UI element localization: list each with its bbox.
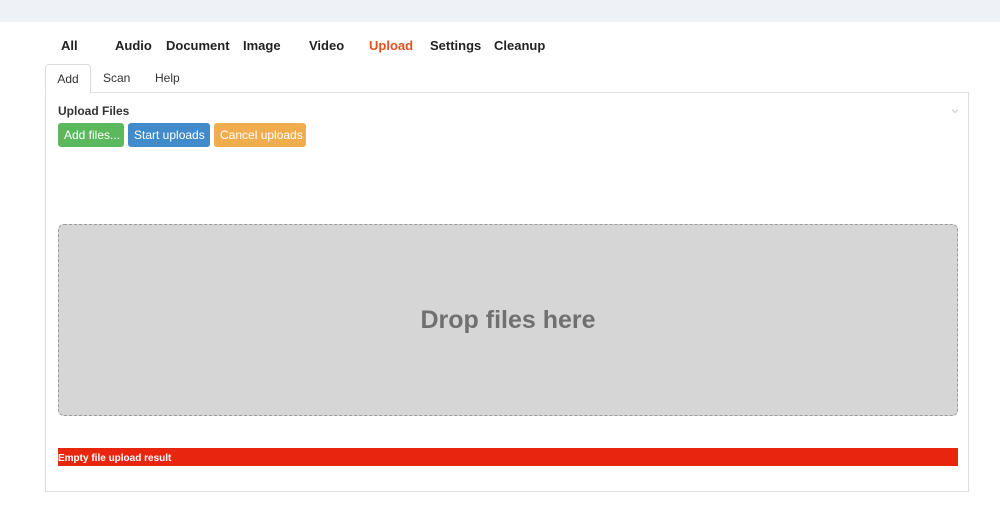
nav-item-cleanup[interactable]: Cleanup — [494, 38, 545, 53]
nav-item-upload[interactable]: Upload — [369, 38, 413, 53]
nav-item-image[interactable]: Image — [243, 38, 281, 53]
nav-item-video[interactable]: Video — [309, 38, 344, 53]
tab-add[interactable]: Add — [45, 64, 91, 94]
browser-top-strip — [0, 0, 1000, 22]
nav-item-document[interactable]: Document — [166, 38, 230, 53]
nav-item-settings[interactable]: Settings — [430, 38, 481, 53]
upload-result-alert: Empty file upload result — [58, 448, 958, 466]
chevron-down-icon[interactable] — [950, 103, 960, 114]
dropzone-label: Drop files here — [420, 305, 596, 334]
add-files-button[interactable]: Add files... — [58, 123, 124, 147]
tab-scan[interactable]: Scan — [103, 64, 130, 92]
panel-title: Upload Files — [58, 104, 130, 118]
nav-item-audio[interactable]: Audio — [115, 38, 152, 53]
nav-item-all[interactable]: All — [61, 38, 78, 53]
start-uploads-button[interactable]: Start uploads — [128, 123, 210, 147]
tab-help[interactable]: Help — [155, 64, 180, 92]
upload-panel: Upload Files Add files... Start uploads … — [45, 92, 969, 492]
main-nav: All Audio Document Image Video Upload Se… — [0, 38, 1000, 56]
upload-result-message: Empty file upload result — [58, 453, 172, 464]
cancel-uploads-button[interactable]: Cancel uploads — [214, 123, 306, 147]
file-dropzone[interactable]: Drop files here — [58, 224, 958, 416]
